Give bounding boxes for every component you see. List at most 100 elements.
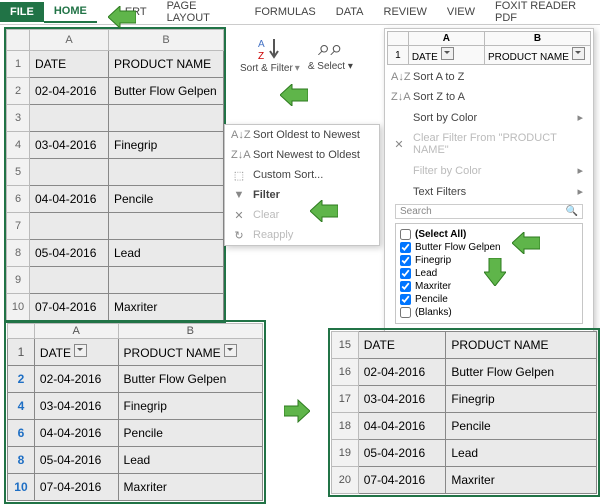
cell[interactable]: 05-04-2016 xyxy=(30,240,109,267)
filter-check-item[interactable]: Butter Flow Gelpen xyxy=(400,241,578,254)
cell[interactable]: DATE xyxy=(30,51,109,78)
cell[interactable]: 05-04-2016 xyxy=(358,439,446,466)
cell[interactable]: Pencile xyxy=(118,420,263,447)
filter-check-item[interactable]: Lead xyxy=(400,267,578,280)
find-select-button[interactable]: ⌕⌕ & Select ▾ xyxy=(304,31,357,76)
cell[interactable]: Finegrip xyxy=(446,385,597,412)
col-header-a[interactable]: A xyxy=(30,30,109,51)
row-header[interactable]: 2 xyxy=(8,366,35,393)
cell[interactable]: Butter Flow Gelpen xyxy=(118,366,263,393)
menu-item[interactable]: ⬚Custom Sort... xyxy=(225,165,379,185)
tab-page-layout[interactable]: PAGE LAYOUT xyxy=(157,0,245,28)
cell[interactable]: 07-04-2016 xyxy=(358,466,446,493)
filter-check-item[interactable]: Maxriter xyxy=(400,280,578,293)
cell[interactable]: PRODUCT NAME xyxy=(109,51,224,78)
cell[interactable]: Pencile xyxy=(109,186,224,213)
checkbox[interactable] xyxy=(400,229,411,240)
cell[interactable]: 07-04-2016 xyxy=(34,474,118,501)
checkbox[interactable] xyxy=(400,294,411,305)
cell[interactable]: Butter Flow Gelpen xyxy=(446,358,597,385)
product-filter-dropdown[interactable] xyxy=(572,47,585,60)
checkbox[interactable] xyxy=(400,242,411,253)
cell[interactable] xyxy=(109,105,224,132)
cell[interactable] xyxy=(109,267,224,294)
tab-file[interactable]: FILE xyxy=(0,2,44,22)
row-header[interactable]: 1 xyxy=(8,339,35,366)
filter-search-input[interactable]: Search🔍 xyxy=(395,204,583,219)
row-header[interactable]: 17 xyxy=(332,385,359,412)
cell[interactable]: PRODUCT NAME xyxy=(446,331,597,358)
row-header[interactable]: 6 xyxy=(7,186,30,213)
res-col-a[interactable]: A xyxy=(34,324,118,339)
cell[interactable] xyxy=(30,159,109,186)
tab-home[interactable]: HOME xyxy=(44,1,97,23)
cell[interactable]: 04-04-2016 xyxy=(30,186,109,213)
cell[interactable]: 05-04-2016 xyxy=(34,447,118,474)
checkbox[interactable] xyxy=(400,255,411,266)
cell[interactable]: Lead xyxy=(446,439,597,466)
filter-menu-item[interactable]: A↓ZSort A to Z xyxy=(385,67,593,87)
tab-review[interactable]: REVIEW xyxy=(374,2,437,22)
cell[interactable]: DATE xyxy=(34,339,118,366)
cell[interactable]: 02-04-2016 xyxy=(34,366,118,393)
menu-item[interactable]: A↓ZSort Oldest to Newest xyxy=(225,125,379,145)
cell[interactable] xyxy=(30,213,109,240)
filter-dropdown[interactable] xyxy=(74,344,87,357)
row-header[interactable]: 10 xyxy=(7,294,30,321)
row-header[interactable]: 9 xyxy=(7,267,30,294)
cell[interactable]: DATE xyxy=(358,331,446,358)
row-header[interactable]: 8 xyxy=(8,447,35,474)
row-header[interactable]: 5 xyxy=(7,159,30,186)
cell[interactable]: Lead xyxy=(118,447,263,474)
filter-check-item[interactable]: (Blanks) xyxy=(400,306,578,319)
filter-check-item[interactable]: Finegrip xyxy=(400,254,578,267)
cell[interactable]: 02-04-2016 xyxy=(358,358,446,385)
row-header[interactable]: 4 xyxy=(8,393,35,420)
cell[interactable]: Finegrip xyxy=(109,132,224,159)
cell[interactable]: 04-04-2016 xyxy=(358,412,446,439)
checkbox[interactable] xyxy=(400,281,411,292)
row-header[interactable]: 20 xyxy=(332,466,359,493)
menu-item[interactable]: ▼Filter xyxy=(225,185,379,205)
cell[interactable] xyxy=(109,159,224,186)
cell[interactable]: 03-04-2016 xyxy=(30,132,109,159)
filter-menu-item[interactable]: Text Filters▸ xyxy=(385,181,593,202)
filter-dropdown[interactable] xyxy=(224,344,237,357)
tab-view[interactable]: VIEW xyxy=(437,2,485,22)
cell[interactable]: Butter Flow Gelpen xyxy=(109,78,224,105)
tab-foxit[interactable]: FOXIT READER PDF xyxy=(485,0,600,28)
row-header[interactable]: 16 xyxy=(332,358,359,385)
mini-col-b[interactable]: B xyxy=(484,32,590,46)
row-header[interactable]: 18 xyxy=(332,412,359,439)
cell[interactable]: Finegrip xyxy=(118,393,263,420)
cell[interactable]: Lead xyxy=(109,240,224,267)
date-filter-dropdown[interactable] xyxy=(441,47,454,60)
cell[interactable]: Maxriter xyxy=(109,294,224,321)
row-header[interactable]: 4 xyxy=(7,132,30,159)
cell[interactable] xyxy=(30,105,109,132)
cell[interactable]: 02-04-2016 xyxy=(30,78,109,105)
checkbox[interactable] xyxy=(400,307,411,318)
cell[interactable] xyxy=(30,267,109,294)
mini-col-a[interactable]: A xyxy=(408,32,484,46)
tab-data[interactable]: DATA xyxy=(326,2,374,22)
row-header[interactable]: 3 xyxy=(7,105,30,132)
filter-menu-item[interactable]: Sort by Color▸ xyxy=(385,107,593,128)
checkbox[interactable] xyxy=(400,268,411,279)
row-header[interactable]: 19 xyxy=(332,439,359,466)
menu-item[interactable]: Z↓ASort Newest to Oldest xyxy=(225,145,379,165)
row-header[interactable]: 8 xyxy=(7,240,30,267)
cell[interactable]: 03-04-2016 xyxy=(34,393,118,420)
res-col-b[interactable]: B xyxy=(118,324,263,339)
row-header[interactable]: 6 xyxy=(8,420,35,447)
cell[interactable]: 03-04-2016 xyxy=(358,385,446,412)
filter-menu-item[interactable]: Z↓ASort Z to A xyxy=(385,87,593,107)
cell[interactable]: 07-04-2016 xyxy=(30,294,109,321)
cell[interactable]: Pencile xyxy=(446,412,597,439)
cell[interactable]: 04-04-2016 xyxy=(34,420,118,447)
sort-filter-button[interactable]: AZ Sort & Filter▾ xyxy=(236,31,304,78)
row-header[interactable]: 1 xyxy=(7,51,30,78)
cell[interactable] xyxy=(109,213,224,240)
tab-formulas[interactable]: FORMULAS xyxy=(245,2,326,22)
cell[interactable]: Maxriter xyxy=(446,466,597,493)
